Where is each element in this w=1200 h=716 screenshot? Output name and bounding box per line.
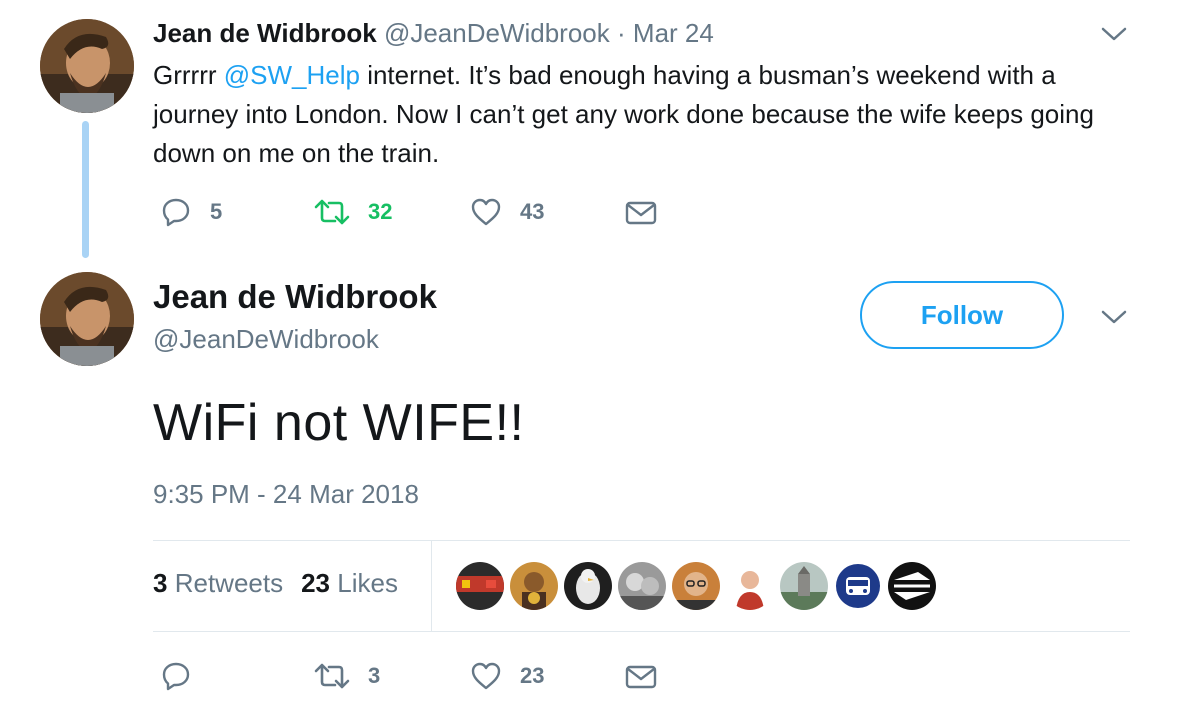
liker-avatar[interactable] [564,562,612,610]
retweet-icon [314,199,350,225]
avatar[interactable] [40,19,134,113]
liker-avatar[interactable] [510,562,558,610]
retweet-button[interactable]: 3 [314,662,380,690]
liker-avatar[interactable] [456,562,504,610]
retweets-stat[interactable]: 3 Retweets [153,568,283,598]
retweet-icon [314,663,350,689]
tweet-stats: 3 Retweets 23 Likes [153,568,398,599]
envelope-icon [625,665,657,689]
tweet-date[interactable]: Mar 24 [633,18,714,48]
liker-avatar[interactable] [888,562,936,610]
chevron-down-icon[interactable] [1099,24,1129,44]
liker-avatar[interactable] [780,562,828,610]
author-name[interactable]: Jean de Widbrook [153,18,377,48]
divider [153,631,1130,632]
like-count: 23 [520,663,545,688]
divider [153,540,1130,541]
direct-message-button[interactable] [625,664,657,690]
liker-avatar[interactable] [672,562,720,610]
tweet-header: Jean de Widbrook @JeanDeWidbrook · Mar 2… [153,18,714,49]
reply-button[interactable]: 5 [160,196,222,228]
likes-number: 23 [301,568,331,598]
reply-icon [162,198,190,227]
tweet-text: Grrrrr @SW_Help internet. It’s bad enoug… [153,56,1143,173]
like-count: 43 [520,199,545,224]
tweet-text-before: Grrrrr [153,60,224,90]
retweet-button[interactable]: 32 [314,198,392,226]
author-handle[interactable]: @JeanDeWidbrook [384,18,610,48]
thread-line [82,121,89,258]
liker-avatar[interactable] [726,562,774,610]
liker-avatars [456,562,942,610]
author-handle[interactable]: @JeanDeWidbrook [153,324,379,355]
like-button[interactable]: 23 [470,661,544,691]
follow-button[interactable]: Follow [860,281,1064,349]
like-button[interactable]: 43 [470,197,544,227]
retweet-count: 32 [368,199,393,224]
avatar[interactable] [40,272,134,366]
divider [431,541,432,631]
reply-icon [162,662,190,691]
tweet-timestamp[interactable]: 9:35 PM - 24 Mar 2018 [153,479,419,510]
retweets-number: 3 [153,568,168,598]
liker-avatar[interactable] [618,562,666,610]
likes-label: Likes [337,568,398,598]
separator-dot: · [617,18,626,48]
chevron-down-icon[interactable] [1099,307,1129,327]
direct-message-button[interactable] [625,200,657,226]
heart-icon [471,198,501,226]
reply-button[interactable] [160,660,192,692]
liker-avatar[interactable] [834,562,882,610]
author-name[interactable]: Jean de Widbrook [153,278,437,316]
heart-icon [471,662,501,690]
envelope-icon [625,201,657,225]
mention-link[interactable]: @SW_Help [224,60,360,90]
retweet-count: 3 [368,663,381,688]
retweets-label: Retweets [174,568,284,598]
reply-count: 5 [210,199,223,224]
tweet-text: WiFi not WIFE!! [153,394,525,452]
likes-stat[interactable]: 23 Likes [301,568,398,598]
